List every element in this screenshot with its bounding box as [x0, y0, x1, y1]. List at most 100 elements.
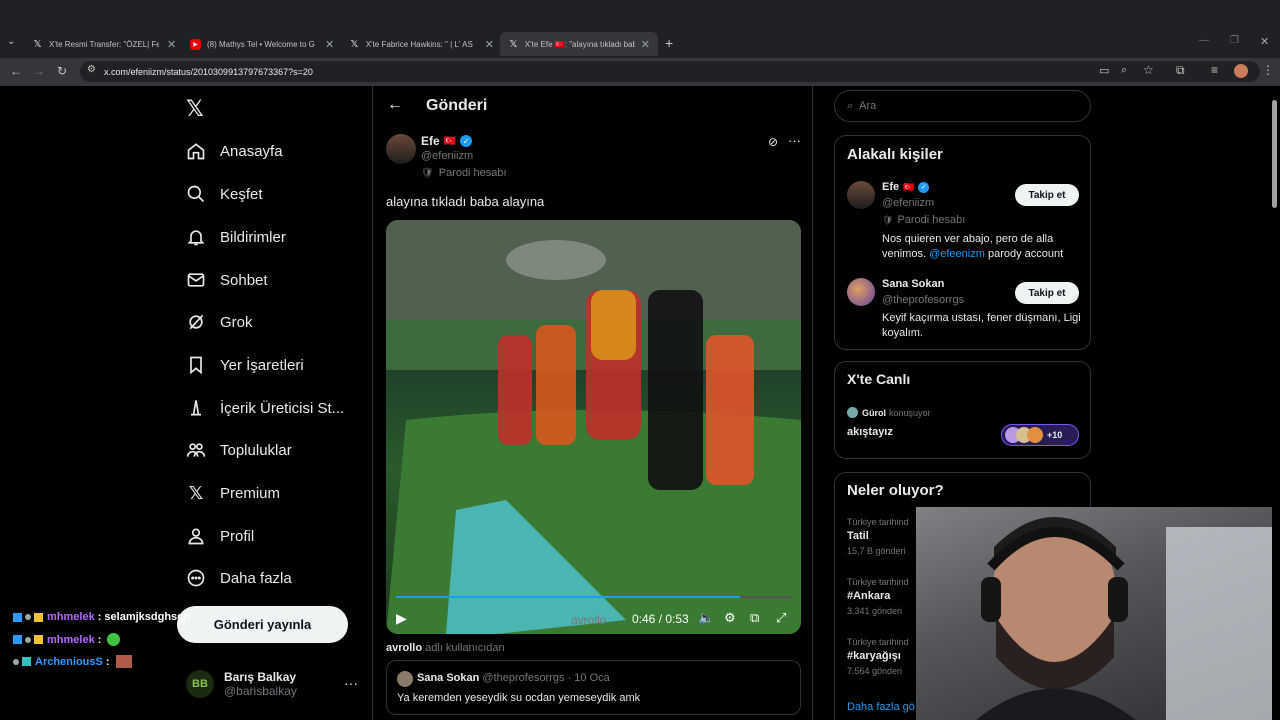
live-card[interactable]: X'te Canlı Gürol konuşuyor akıştayız +10 [834, 361, 1091, 459]
bio-link[interactable]: @efeenizm [929, 248, 985, 260]
tab-4-active[interactable]: 𝕏 X'te Efe 🇹🇷: "alayına tıkladı baba ✕ [500, 32, 658, 56]
back-arrow-icon[interactable]: ← [387, 96, 403, 114]
tab-3[interactable]: 𝕏 X'te Fabrice Hawkins: " | L' AS ✕ [349, 32, 494, 56]
zoom-icon[interactable]: ⌕ [1121, 64, 1127, 77]
nav-creator-studio[interactable]: İçerik Üreticisi St... [186, 398, 344, 418]
close-window-icon[interactable]: ✕ [1260, 35, 1269, 48]
trend-count: 15,7 B gönderi [847, 546, 906, 556]
show-more-link[interactable]: Daha fazla gö [847, 701, 915, 713]
avatar: BB [186, 670, 214, 698]
trend-count: 7.564 gönderi [847, 666, 903, 676]
nav-bookmarks[interactable]: Yer İşaretleri [186, 355, 304, 375]
nav-notifications[interactable]: Bildirimler [186, 227, 286, 247]
forward-icon[interactable]: → [33, 64, 45, 78]
caption-user[interactable]: avrollo [386, 642, 422, 654]
trend-context: Türkiye tarihind [847, 637, 909, 647]
new-tab-icon[interactable]: + [665, 35, 673, 51]
account-switcher[interactable]: BB Barış Balkay @barisbalkay [186, 670, 297, 698]
video-player[interactable]: avrollo ▶ 0:46 / 0:53 🔈 ⚙ ⧉ ⤢ [386, 220, 801, 634]
search-placeholder: Ara [859, 100, 877, 112]
scrollbar[interactable] [1271, 90, 1278, 716]
fullscreen-icon[interactable]: ⤢ [776, 610, 786, 626]
x-logo-icon[interactable]: 𝕏 [186, 96, 204, 122]
avatar[interactable] [386, 134, 416, 164]
back-icon[interactable]: ← [10, 64, 22, 78]
trend-context: Türkiye tarihind [847, 517, 909, 527]
close-icon[interactable]: ✕ [641, 38, 650, 51]
nav-grok[interactable]: Grok [186, 312, 253, 332]
volume-icon[interactable]: 🔈 [698, 610, 714, 626]
pip-icon[interactable]: ⧉ [750, 610, 759, 626]
account-more-icon[interactable]: ··· [344, 675, 358, 691]
nav-communities[interactable]: Topluluklar [186, 440, 292, 460]
avatar[interactable] [847, 181, 875, 209]
quoted-name: Sana Sokan [417, 672, 480, 684]
chat-text: : [105, 655, 110, 668]
tab-search-icon[interactable]: ⌄ [7, 36, 15, 47]
profile-icon [186, 526, 206, 546]
search-input[interactable]: ⌕ Ara [834, 90, 1091, 122]
nav-premium[interactable]: 𝕏 Premium [186, 483, 280, 503]
extensions-icon[interactable]: ⧉ [1176, 63, 1185, 78]
badge-icon [25, 636, 31, 643]
person-name[interactable]: Sana Sokan [882, 278, 944, 290]
trend-item[interactable]: Türkiye tarihind #karyağışı 7.564 gönder… [847, 637, 909, 676]
account-name: Barış Balkay [224, 670, 297, 684]
settings-icon[interactable]: ⚙ [724, 610, 736, 626]
scrollbar-thumb[interactable] [1272, 100, 1277, 208]
media-icon[interactable]: ≡ [1211, 63, 1218, 77]
flag-icon: 🇹🇷 [443, 135, 457, 147]
trend-item[interactable]: Türkiye tarihind #Ankara 3.341 gönderi [847, 577, 909, 616]
search-icon [186, 184, 206, 204]
person-handle[interactable]: @efeniizm [882, 197, 934, 209]
cast-icon[interactable]: ▭ [1099, 64, 1109, 77]
nav-chat[interactable]: Sohbet [186, 270, 268, 290]
card-title: Alakalı kişiler [847, 146, 943, 163]
host-name: Gürol [862, 407, 886, 418]
card-title: X'te Canlı [847, 371, 911, 387]
x-icon: 𝕏 [509, 38, 518, 50]
badge-icon [13, 612, 22, 622]
address-bar[interactable]: x.com/efeniizm/status/201030991379767336… [80, 61, 1260, 82]
menu-icon[interactable]: ⋮ [1262, 63, 1274, 77]
trend-context: Türkiye tarihind [847, 577, 909, 587]
close-icon[interactable]: ✕ [325, 38, 334, 51]
person-name[interactable]: Efe [882, 181, 899, 193]
nav-profile[interactable]: Profil [186, 526, 254, 546]
video-progress-track[interactable] [396, 596, 792, 598]
profile-avatar[interactable] [1234, 64, 1248, 78]
quoted-post[interactable]: Sana Sokan @theprofesorrgs · 10 Oca Ya k… [386, 660, 801, 715]
listener-count: +10 [1047, 430, 1063, 440]
follow-button[interactable]: Takip et [1015, 282, 1079, 304]
play-icon[interactable]: ▶ [396, 610, 407, 627]
minimize-icon[interactable]: — [1199, 35, 1209, 46]
account-handle: @barisbalkay [224, 684, 297, 698]
quoted-date: · 10 Oca [567, 672, 610, 684]
follow-button[interactable]: Takip et [1015, 184, 1079, 206]
close-icon[interactable]: ✕ [167, 38, 176, 51]
restore-icon[interactable]: ❐ [1230, 35, 1239, 46]
author-name[interactable]: Efe [421, 134, 440, 148]
post-button[interactable]: Gönderi yayınla [177, 606, 348, 643]
author-handle[interactable]: @efeniizm [421, 150, 473, 162]
trend-name: Tatil [847, 530, 869, 542]
trend-name: #karyağışı [847, 650, 901, 662]
trend-item[interactable]: Türkiye tarihind Tatil 15,7 B gönderi [847, 517, 909, 556]
avatar[interactable] [847, 278, 875, 306]
site-info-icon[interactable]: ⚙ [87, 64, 96, 75]
nav-more[interactable]: Daha fazla [186, 568, 292, 588]
tab-2[interactable]: ▶ (8) Mathys Tel • Welcome to G ✕ [190, 32, 335, 56]
creator-icon [186, 398, 206, 418]
bookmark-star-icon[interactable]: ☆ [1143, 63, 1154, 77]
nav-home[interactable]: Anasayfa [186, 141, 283, 161]
more-icon[interactable]: ··· [788, 133, 801, 148]
tab-1[interactable]: 𝕏 X'te Resmi Transfer: "ÖZEL| Fen ✕ [32, 32, 177, 56]
nav-explore[interactable]: Keşfet [186, 184, 263, 204]
reload-icon[interactable]: ↻ [57, 64, 67, 78]
close-icon[interactable]: ✕ [485, 38, 494, 51]
grok-explain-icon[interactable]: ⊘ [768, 135, 778, 149]
listeners-pill[interactable]: +10 [1001, 424, 1079, 446]
person-handle[interactable]: @theprofesorrgs [882, 294, 964, 306]
tab-title: X'te Efe 🇹🇷: "alayına tıkladı baba [524, 39, 635, 49]
verified-icon: ✓ [460, 135, 473, 147]
